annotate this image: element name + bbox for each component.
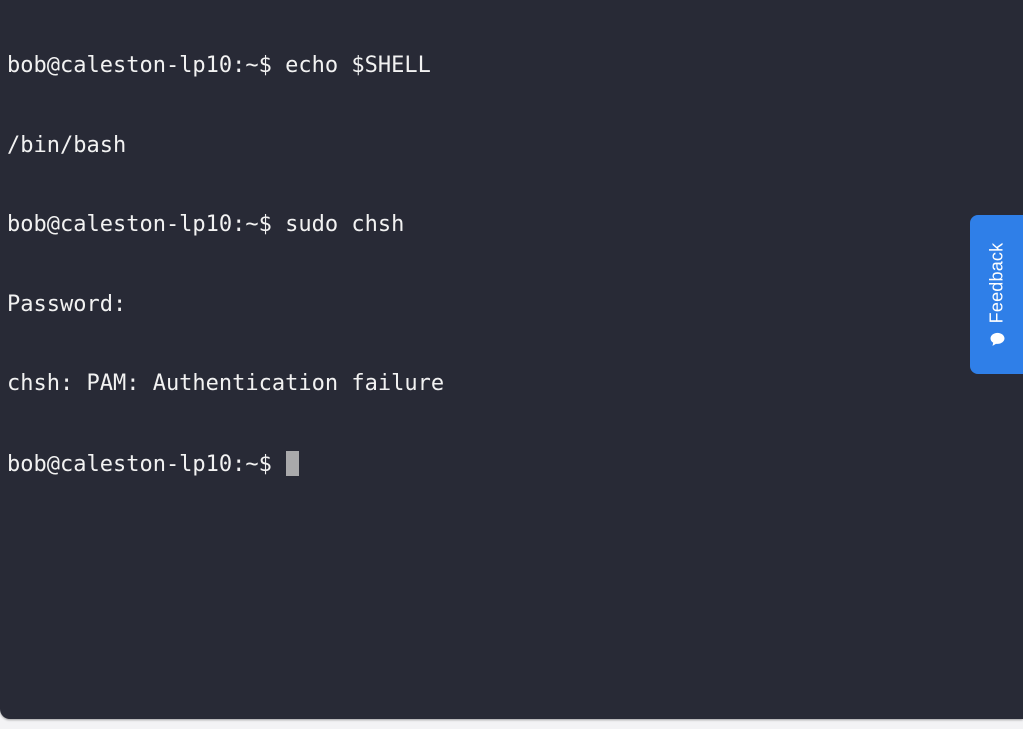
terminal-output-text: /bin/bash — [7, 132, 127, 158]
terminal-command: sudo chsh — [285, 212, 405, 237]
terminal-output[interactable]: bob@caleston-lp10:~$ echo $SHELL /bin/ba… — [7, 0, 444, 530]
terminal-line: Password: — [7, 292, 444, 319]
shell-prompt: bob@caleston-lp10:~$ — [7, 451, 272, 477]
shell-prompt: bob@caleston-lp10:~$ — [7, 53, 272, 78]
terminal-line: chsh: PAM: Authentication failure — [7, 371, 444, 398]
shell-prompt: bob@caleston-lp10:~$ — [7, 212, 272, 237]
feedback-label: Feedback — [986, 242, 1006, 323]
speech-bubble-icon — [989, 331, 1005, 347]
terminal-output-text: chsh: PAM: Authentication failure — [7, 371, 445, 396]
terminal-input-line[interactable]: bob@caleston-lp10:~$ — [7, 450, 444, 478]
terminal-output-text: Password: — [7, 291, 127, 317]
terminal-line: /bin/bash — [7, 133, 444, 160]
feedback-button[interactable]: Feedback — [970, 215, 1023, 374]
terminal-command: echo $SHELL — [285, 53, 431, 78]
feedback-button-content: Feedback — [986, 242, 1007, 347]
terminal-line: bob@caleston-lp10:~$ sudo chsh — [7, 212, 444, 239]
terminal-line: bob@caleston-lp10:~$ echo $SHELL — [7, 53, 444, 80]
text-cursor — [286, 450, 300, 476]
terminal-window[interactable]: bob@caleston-lp10:~$ echo $SHELL /bin/ba… — [0, 0, 1023, 719]
